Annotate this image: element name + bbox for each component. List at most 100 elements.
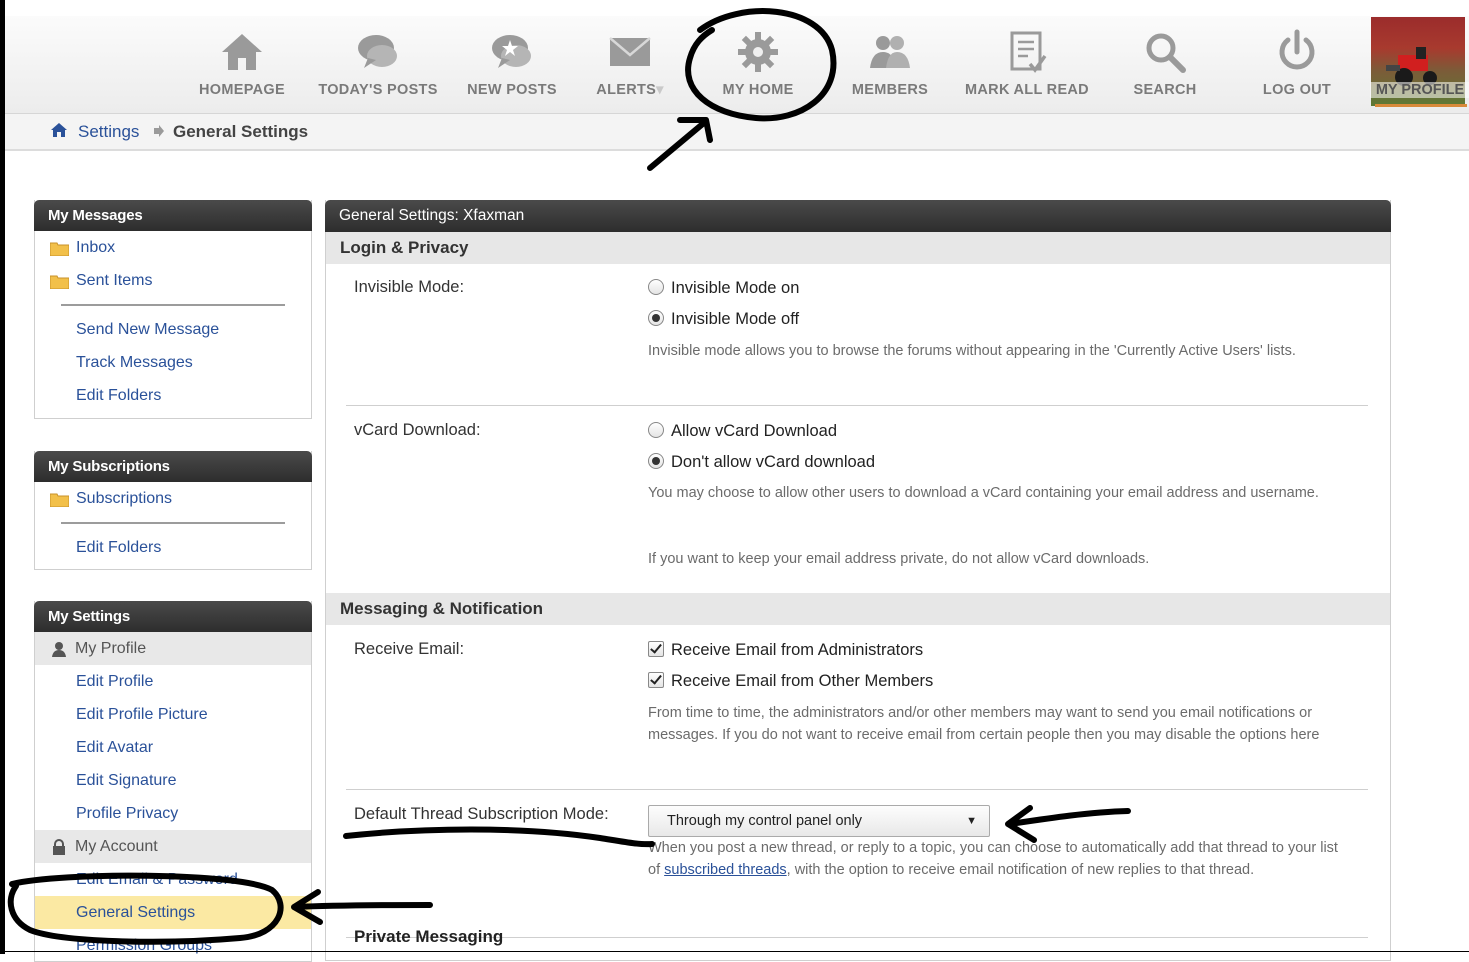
sidebar-item-profile-privacy[interactable]: Profile Privacy	[35, 797, 311, 830]
user-icon	[52, 642, 66, 657]
sidebar-item-track-messages[interactable]: Track Messages	[35, 346, 311, 379]
nav-label: SEARCH	[1133, 82, 1197, 98]
sidebar-item-label: Edit Folders	[76, 387, 162, 404]
option-label: Receive Email from Administrators	[671, 641, 924, 659]
home-icon[interactable]	[50, 122, 68, 138]
sidebar-messages: My Messages Inbox Sent Items Send New Me…	[34, 200, 312, 419]
nav-alerts[interactable]: ALERTS▾	[585, 16, 675, 113]
email-from-members-option[interactable]: Receive Email from Other Members	[648, 670, 933, 692]
home-icon	[222, 34, 262, 70]
email-from-admins-option[interactable]: Receive Email from Administrators	[648, 639, 923, 661]
allow-vcard-option[interactable]: Allow vCard Download	[648, 420, 837, 442]
subscribed-threads-link[interactable]: subscribed threads	[664, 862, 787, 878]
option-label: Invisible Mode on	[671, 279, 800, 297]
radio-disallow-vcard[interactable]	[648, 453, 664, 469]
option-label: Receive Email from Other Members	[671, 672, 934, 690]
divider	[346, 405, 1368, 406]
disallow-vcard-option[interactable]: Don't allow vCard download	[648, 451, 875, 473]
section-login-privacy: Login & Privacy	[326, 232, 1390, 264]
sidebar-item-sent-items[interactable]: Sent Items	[35, 264, 311, 297]
nav-homepage[interactable]: HOMEPAGE	[194, 16, 290, 113]
sidebar-item-edit-avatar[interactable]: Edit Avatar	[35, 731, 311, 764]
sidebar-section-label: My Profile	[75, 640, 147, 657]
sidebar-item-label: Edit Signature	[76, 772, 177, 789]
invisible-mode-off-option[interactable]: Invisible Mode off	[648, 308, 799, 330]
breadcrumb-settings-link[interactable]: Settings	[78, 122, 139, 142]
option-label: Invisible Mode off	[671, 310, 800, 328]
nav-mark-all-read[interactable]: MARK ALL READ	[960, 16, 1094, 113]
receive-email-label: Receive Email:	[354, 640, 465, 658]
nav-new-posts[interactable]: NEW POSTS	[462, 16, 562, 113]
radio-allow-vcard[interactable]	[648, 422, 664, 438]
invisible-mode-description: Invisible mode allows you to browse the …	[648, 343, 1296, 359]
sidebar-divider	[35, 515, 311, 531]
nav-label: HOMEPAGE	[199, 82, 285, 98]
sidebar-item-edit-signature[interactable]: Edit Signature	[35, 764, 311, 797]
nav-members[interactable]: MEMBERS	[845, 16, 935, 113]
thread-mode-label: Default Thread Subscription Mode:	[354, 805, 609, 823]
power-icon	[1279, 29, 1315, 70]
nav-my-profile[interactable]: MY PROFILE	[1370, 82, 1469, 98]
sidebar-item-label: Profile Privacy	[76, 805, 179, 822]
breadcrumb: Settings General Settings	[5, 114, 1469, 151]
sidebar-subscriptions-title: My Subscriptions	[34, 451, 312, 482]
sidebar-item-subscriptions[interactable]: Subscriptions	[35, 482, 311, 515]
nav-label: MARK ALL READ	[965, 82, 1089, 98]
new-posts-icon	[492, 35, 531, 68]
dropdown-arrow-icon: ▼	[966, 815, 977, 827]
invisible-mode-label: Invisible Mode:	[354, 278, 465, 296]
thread-subscription-mode-select[interactable]: Through my control panel only ▼	[648, 805, 990, 837]
option-label: Allow vCard Download	[671, 422, 837, 440]
nav-log-out[interactable]: LOG OUT	[1251, 16, 1343, 113]
sidebar-item-edit-folders[interactable]: Edit Folders	[35, 531, 311, 564]
folder-icon	[50, 275, 69, 289]
sidebar-item-label: Inbox	[76, 239, 116, 256]
nav-label: NEW POSTS	[467, 82, 557, 98]
sidebar-item-label: Edit Profile Picture	[76, 706, 208, 723]
sidebar-item-label: General Settings	[76, 904, 196, 921]
nav-my-home[interactable]: MY HOME	[710, 16, 806, 113]
sidebar-settings-title: My Settings	[34, 601, 312, 632]
profile-underline	[1375, 104, 1467, 107]
sidebar-section-my-account: My Account	[35, 830, 311, 863]
breadcrumb-separator-icon	[154, 125, 164, 137]
sidebar-item-label: Subscriptions	[76, 490, 173, 507]
top-nav-bar: HOMEPAGE TODAY'S POSTS NEW POSTS ALERTS▾	[5, 16, 1469, 114]
gear-icon	[738, 32, 778, 72]
settings-panel: General Settings: Xfaxman Login & Privac…	[325, 200, 1391, 961]
checkbox-email-admins[interactable]	[648, 641, 664, 657]
nav-label: MY HOME	[722, 82, 794, 98]
sidebar-item-edit-email-password[interactable]: Edit Email & Password	[35, 863, 311, 896]
desc-text: , with the option to receive email notif…	[786, 862, 1255, 878]
envelope-icon	[609, 37, 651, 66]
vcard-label: vCard Download:	[354, 421, 481, 439]
nav-todays-posts[interactable]: TODAY'S POSTS	[315, 16, 441, 113]
sidebar-item-label: Permission Groups	[76, 937, 213, 954]
page-title: General Settings: Xfaxman	[325, 200, 1391, 232]
divider	[346, 789, 1368, 790]
sidebar-section-label: My Account	[75, 838, 158, 855]
sidebar-item-inbox[interactable]: Inbox	[35, 231, 311, 264]
tractor-photo-icon	[1386, 47, 1437, 86]
radio-invisible-off[interactable]	[648, 310, 664, 326]
sidebar-item-send-new-message[interactable]: Send New Message	[35, 313, 311, 346]
sidebar-item-edit-folders[interactable]: Edit Folders	[35, 379, 311, 412]
sidebar-item-general-settings[interactable]: General Settings	[35, 896, 311, 929]
sidebar-item-label: Edit Folders	[76, 539, 162, 556]
section-messaging-notification: Messaging & Notification	[326, 593, 1390, 625]
folder-icon	[50, 242, 69, 256]
mark-read-icon	[1010, 31, 1047, 73]
sidebar-item-edit-profile[interactable]: Edit Profile	[35, 665, 311, 698]
invisible-mode-on-option[interactable]: Invisible Mode on	[648, 277, 799, 299]
search-icon	[1146, 33, 1186, 73]
nav-label: MEMBERS	[851, 82, 929, 98]
radio-invisible-on[interactable]	[648, 279, 664, 295]
checkbox-email-members[interactable]	[648, 672, 664, 688]
sidebar-item-edit-profile-picture[interactable]: Edit Profile Picture	[35, 698, 311, 731]
nav-search[interactable]: SEARCH	[1121, 16, 1209, 113]
nav-label: ALERTS▾	[596, 82, 664, 98]
sidebar-item-label: Track Messages	[76, 354, 193, 371]
sidebar-item-permission-groups[interactable]: Permission Groups	[35, 929, 311, 962]
vcard-description: You may choose to allow other users to d…	[648, 485, 1319, 501]
sidebar-settings: My Settings My Profile Edit Profile Edit…	[34, 601, 312, 962]
